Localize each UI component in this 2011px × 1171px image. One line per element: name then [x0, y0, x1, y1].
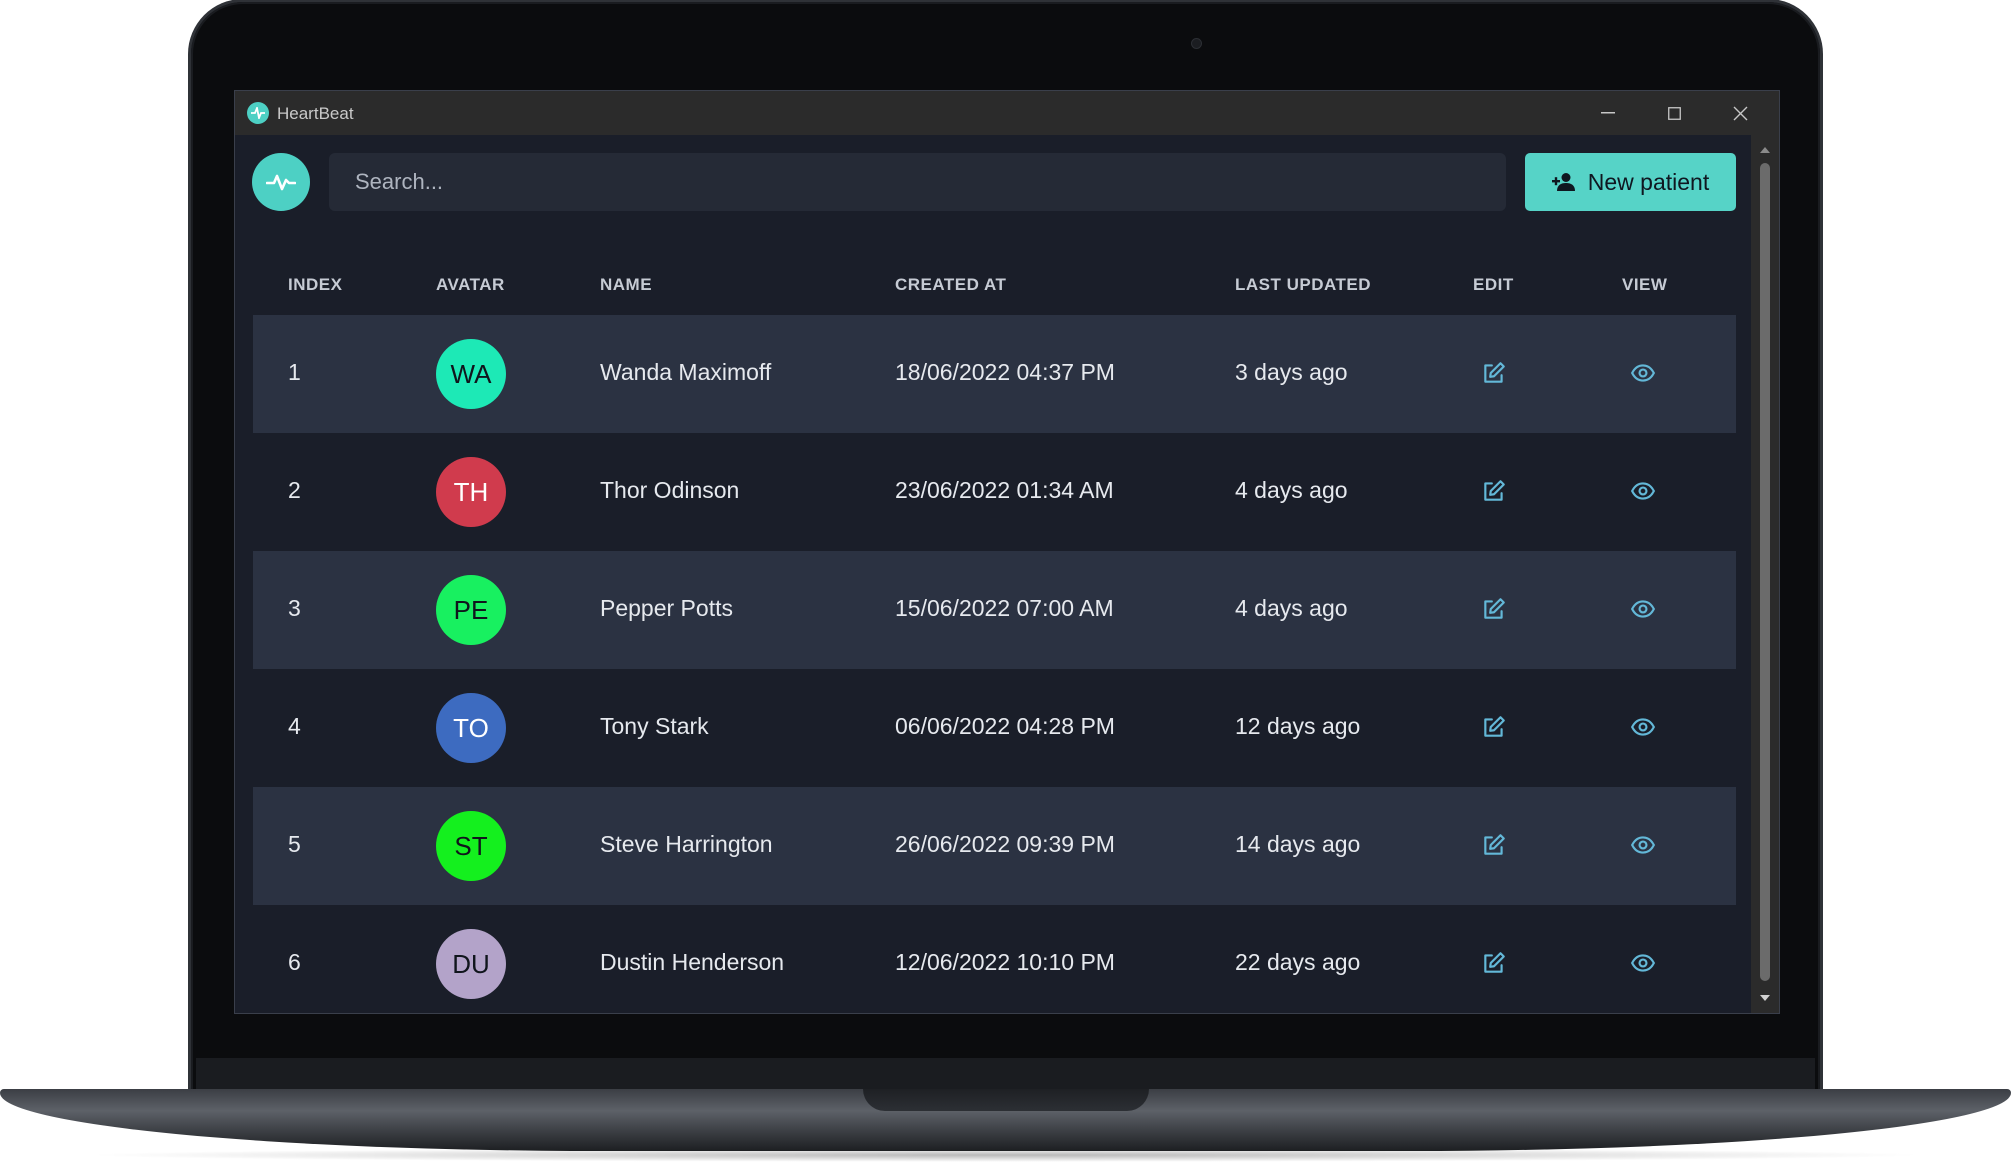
avatar-initials: PE: [453, 594, 489, 625]
maximize-icon: [1667, 106, 1681, 120]
created-at: 15/06/2022 07:00 AM: [895, 595, 1114, 621]
close-button[interactable]: [1707, 91, 1773, 135]
view-eye-icon[interactable]: [1630, 596, 1656, 622]
row-index: 6: [288, 949, 301, 975]
scroll-down-arrow-icon[interactable]: [1759, 993, 1771, 1003]
last-updated: 12 days ago: [1235, 713, 1361, 739]
header-name: NAME: [600, 275, 653, 294]
minimize-icon: [1601, 112, 1615, 114]
avatar-initials: WA: [450, 358, 492, 389]
title-bar[interactable]: HeartBeat: [235, 91, 1779, 135]
main-content: New patient INDEX AVATAR NAME CREATED AT…: [235, 135, 1751, 1013]
patients-table: INDEX AVATAR NAME CREATED AT LAST UPDATE…: [253, 253, 1736, 1013]
table-row[interactable]: 1 WA Wanda Maximoff 18/06/2022 04:37 PM …: [253, 315, 1736, 433]
patient-name: Pepper Potts: [600, 595, 733, 621]
header-created-at: CREATED AT: [895, 275, 1007, 294]
avatar-initials: TH: [453, 476, 489, 507]
laptop-notch: [863, 1089, 1149, 1111]
edit-icon[interactable]: [1481, 950, 1507, 976]
heartbeat-pulse-icon[interactable]: [252, 153, 310, 211]
row-index: 1: [288, 359, 301, 385]
avatar-initials: TO: [453, 712, 489, 743]
table-row[interactable]: 5 ST Steve Harrington 26/06/2022 09:39 P…: [253, 787, 1736, 905]
view-eye-icon[interactable]: [1630, 950, 1656, 976]
window-title: HeartBeat: [277, 104, 354, 123]
patient-name: Dustin Henderson: [600, 949, 785, 975]
created-at: 23/06/2022 01:34 AM: [895, 477, 1114, 503]
view-eye-icon[interactable]: [1630, 478, 1656, 504]
table-body: 1 WA Wanda Maximoff 18/06/2022 04:37 PM …: [253, 315, 1736, 1013]
last-updated: 4 days ago: [1235, 477, 1348, 503]
last-updated: 3 days ago: [1235, 359, 1348, 385]
new-patient-button[interactable]: New patient: [1525, 153, 1736, 211]
row-index: 5: [288, 831, 301, 857]
avatar: PE: [436, 575, 506, 645]
avatar: TO: [436, 693, 506, 763]
last-updated: 14 days ago: [1235, 831, 1361, 857]
edit-icon[interactable]: [1481, 714, 1507, 740]
created-at: 18/06/2022 04:37 PM: [895, 359, 1115, 385]
header-avatar: AVATAR: [436, 275, 505, 294]
table-header: INDEX AVATAR NAME CREATED AT LAST UPDATE…: [253, 253, 1736, 315]
avatar: DU: [436, 929, 506, 999]
table-row[interactable]: 6 DU Dustin Henderson 12/06/2022 10:10 P…: [253, 905, 1736, 1013]
search-input[interactable]: [329, 153, 1506, 211]
patient-name: Thor Odinson: [600, 477, 740, 503]
last-updated: 4 days ago: [1235, 595, 1348, 621]
created-at: 26/06/2022 09:39 PM: [895, 831, 1115, 857]
table-row[interactable]: 2 TH Thor Odinson 23/06/2022 01:34 AM 4 …: [253, 433, 1736, 551]
laptop-frame: HeartBeat Search... New patient INDEX AV…: [0, 0, 2011, 1171]
edit-icon[interactable]: [1481, 360, 1507, 386]
last-updated: 22 days ago: [1235, 949, 1361, 975]
new-patient-label: New patient: [1587, 168, 1710, 195]
avatar-initials: ST: [454, 830, 488, 861]
close-icon: [1733, 106, 1747, 120]
edit-icon[interactable]: [1481, 596, 1507, 622]
avatar: TH: [436, 457, 506, 527]
created-at: 12/06/2022 10:10 PM: [895, 949, 1115, 975]
user-plus-icon: [1551, 173, 1575, 191]
patient-name: Tony Stark: [600, 713, 709, 739]
edit-icon[interactable]: [1481, 832, 1507, 858]
table-row[interactable]: 3 PE Pepper Potts 15/06/2022 07:00 AM 4 …: [253, 551, 1736, 669]
edit-icon[interactable]: [1481, 478, 1507, 504]
app-window: HeartBeat Search... New patient INDEX AV…: [234, 90, 1780, 1014]
camera: [1191, 38, 1202, 49]
scroll-up-arrow-icon[interactable]: [1759, 145, 1771, 155]
view-eye-icon[interactable]: [1630, 714, 1656, 740]
row-index: 4: [288, 713, 301, 739]
created-at: 06/06/2022 04:28 PM: [895, 713, 1115, 739]
app-icon: [247, 102, 269, 124]
avatar: ST: [436, 811, 506, 881]
row-index: 2: [288, 477, 301, 503]
header-edit: EDIT: [1473, 275, 1514, 294]
header-last-updated: LAST UPDATED: [1235, 275, 1372, 294]
maximize-button[interactable]: [1641, 91, 1707, 135]
avatar-initials: DU: [452, 948, 490, 979]
scrollbar-thumb[interactable]: [1760, 163, 1770, 981]
view-eye-icon[interactable]: [1630, 360, 1656, 386]
row-index: 3: [288, 595, 301, 621]
avatar: WA: [436, 339, 506, 409]
table-row[interactable]: 4 TO Tony Stark 06/06/2022 04:28 PM 12 d…: [253, 669, 1736, 787]
scrollbar[interactable]: [1751, 135, 1779, 1013]
header-index: INDEX: [288, 275, 343, 294]
patient-name: Steve Harrington: [600, 831, 773, 857]
patient-name: Wanda Maximoff: [600, 359, 772, 385]
minimize-button[interactable]: [1575, 91, 1641, 135]
view-eye-icon[interactable]: [1630, 832, 1656, 858]
header-view: VIEW: [1622, 275, 1668, 294]
